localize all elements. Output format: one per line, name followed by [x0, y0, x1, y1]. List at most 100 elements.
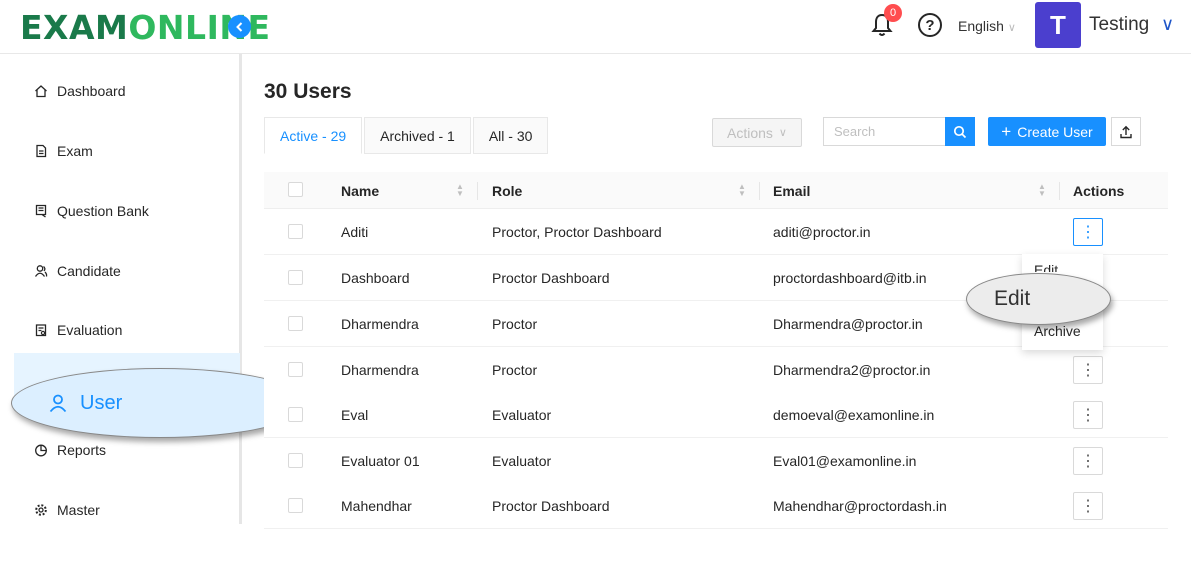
cell-email: proctordashboard@itb.in: [773, 270, 927, 286]
avatar[interactable]: T: [1035, 2, 1081, 48]
table-row[interactable]: Dharmendra Proctor Dharmendra2@proctor.i…: [264, 347, 1168, 393]
notification-badge: 0: [884, 4, 902, 22]
sidebar-item-label: Master: [57, 502, 100, 518]
row-checkbox[interactable]: [288, 316, 303, 331]
table-row[interactable]: Aditi Proctor, Proctor Dashboard aditi@p…: [264, 209, 1168, 255]
logo-text-exam: EXAM: [20, 8, 129, 47]
column-divider: [477, 182, 478, 200]
edit-callout[interactable]: Edit: [966, 273, 1111, 325]
sidebar-item-label: Evaluation: [57, 322, 123, 338]
row-actions-button[interactable]: ⋮: [1073, 218, 1103, 246]
sidebar-item-question-bank[interactable]: Question Bank: [34, 203, 149, 219]
top-header: EXAMONLINE 0 ? English ∨ T Testing ∨: [0, 0, 1191, 54]
more-vertical-icon: ⋮: [1080, 362, 1096, 379]
help-icon[interactable]: ?: [918, 13, 942, 37]
create-user-label: Create User: [1017, 123, 1093, 140]
column-header-name[interactable]: Name: [341, 183, 379, 199]
cell-role: Proctor: [492, 316, 538, 332]
sidebar-item-reports[interactable]: Reports: [34, 442, 106, 458]
cell-role: Proctor: [492, 362, 538, 378]
sidebar-item-dashboard[interactable]: Dashboard: [34, 83, 126, 99]
gear-icon: [35, 504, 47, 516]
sidebar-item-label: Dashboard: [57, 83, 126, 99]
cell-role: Evaluator: [492, 453, 552, 469]
search-button[interactable]: [945, 117, 975, 146]
chevron-left-icon: [235, 21, 242, 32]
table-header: Name ▲ ▼ Role ▲ ▼ Email ▲ ▼ Actions: [264, 172, 1168, 209]
sidebar-item-candidate[interactable]: Candidate: [34, 263, 121, 279]
cell-email: Eval01@examonline.in: [773, 453, 917, 469]
tab-active[interactable]: Active - 29: [264, 117, 363, 154]
row-checkbox[interactable]: [288, 362, 303, 377]
more-vertical-icon: ⋮: [1080, 407, 1096, 424]
column-header-email[interactable]: Email: [773, 183, 810, 199]
create-user-button[interactable]: + Create User: [988, 117, 1106, 146]
file-icon: [36, 144, 47, 158]
user-menu-chevron-icon[interactable]: ∨: [1161, 14, 1174, 35]
chevron-down-icon: ∨: [1007, 22, 1016, 34]
row-checkbox[interactable]: [288, 224, 303, 239]
sidebar-item-label: User: [80, 391, 123, 414]
column-divider: [759, 182, 760, 200]
user-name[interactable]: Testing: [1089, 14, 1149, 36]
row-actions-button[interactable]: ⋮: [1073, 401, 1103, 429]
cell-name: Evaluator 01: [341, 453, 420, 469]
menu-item-archive[interactable]: Archive: [1034, 323, 1081, 339]
sort-icon[interactable]: ▲ ▼: [456, 183, 464, 198]
row-actions-button[interactable]: ⋮: [1073, 492, 1103, 520]
sidebar-item-master[interactable]: Master: [34, 502, 100, 518]
cell-role: Proctor Dashboard: [492, 270, 610, 286]
sort-icon[interactable]: ▲ ▼: [1038, 183, 1046, 198]
status-tabs: Active - 29 Archived - 1 All - 30: [264, 117, 550, 154]
table-row[interactable]: Mahendhar Proctor Dashboard Mahendhar@pr…: [264, 483, 1168, 529]
sidebar-item-label: Reports: [57, 442, 107, 458]
collapse-sidebar-button[interactable]: [228, 15, 251, 38]
sort-icon[interactable]: ▲ ▼: [738, 183, 746, 198]
book-icon: [35, 204, 47, 218]
table-row[interactable]: Eval Evaluator demoeval@examonline.in ⋮: [264, 392, 1168, 438]
cell-email: Mahendhar@proctordash.in: [773, 498, 947, 514]
cell-name: Dharmendra: [341, 316, 419, 332]
row-checkbox[interactable]: [288, 407, 303, 422]
more-vertical-icon: ⋮: [1080, 498, 1096, 515]
row-actions-button[interactable]: ⋮: [1073, 447, 1103, 475]
cell-name: Aditi: [341, 224, 369, 240]
menu-item-edit[interactable]: Edit: [1034, 262, 1058, 272]
clipboard-icon: [35, 324, 47, 337]
cell-email: aditi@proctor.in: [773, 224, 871, 240]
language-label: English: [958, 18, 1004, 34]
more-vertical-icon: ⋮: [1080, 453, 1096, 470]
tab-archived[interactable]: Archived - 1: [364, 117, 471, 154]
users-icon: [34, 265, 48, 277]
search-icon: [953, 125, 967, 138]
tab-all[interactable]: All - 30: [472, 117, 549, 154]
actions-dropdown-button[interactable]: Actions ∨: [712, 118, 802, 147]
row-checkbox[interactable]: [288, 498, 303, 513]
search-input[interactable]: [823, 117, 945, 146]
sidebar-item-label: Exam: [57, 143, 93, 159]
row-checkbox[interactable]: [288, 270, 303, 285]
row-actions-button[interactable]: ⋮: [1073, 356, 1103, 384]
language-selector[interactable]: English ∨: [958, 18, 1016, 34]
cell-role: Proctor Dashboard: [492, 498, 610, 514]
page-title: 30 Users: [264, 80, 352, 103]
chevron-down-icon: ∨: [778, 127, 787, 139]
pie-chart-icon: [35, 444, 47, 457]
column-divider: [1059, 182, 1060, 200]
user-icon: [49, 394, 67, 413]
cell-email: Dharmendra@proctor.in: [773, 316, 923, 332]
page: EXAMONLINE 0 ? English ∨ T Testing ∨ Dash…: [0, 0, 1191, 572]
sidebar-item-evaluation[interactable]: Evaluation: [34, 322, 122, 338]
plus-icon: +: [1001, 121, 1012, 141]
actions-label: Actions: [727, 124, 773, 141]
select-all-checkbox[interactable]: [288, 182, 303, 197]
sidebar-item-label: Question Bank: [57, 203, 149, 219]
sidebar-item-label: Candidate: [57, 263, 121, 279]
export-button[interactable]: [1111, 117, 1141, 146]
table-row[interactable]: Evaluator 01 Evaluator Eval01@examonline…: [264, 438, 1168, 484]
sidebar-item-exam[interactable]: Exam: [34, 143, 93, 159]
cell-role: Evaluator: [492, 407, 552, 423]
column-header-role[interactable]: Role: [492, 183, 522, 199]
home-icon: [35, 85, 47, 98]
row-checkbox[interactable]: [288, 453, 303, 468]
